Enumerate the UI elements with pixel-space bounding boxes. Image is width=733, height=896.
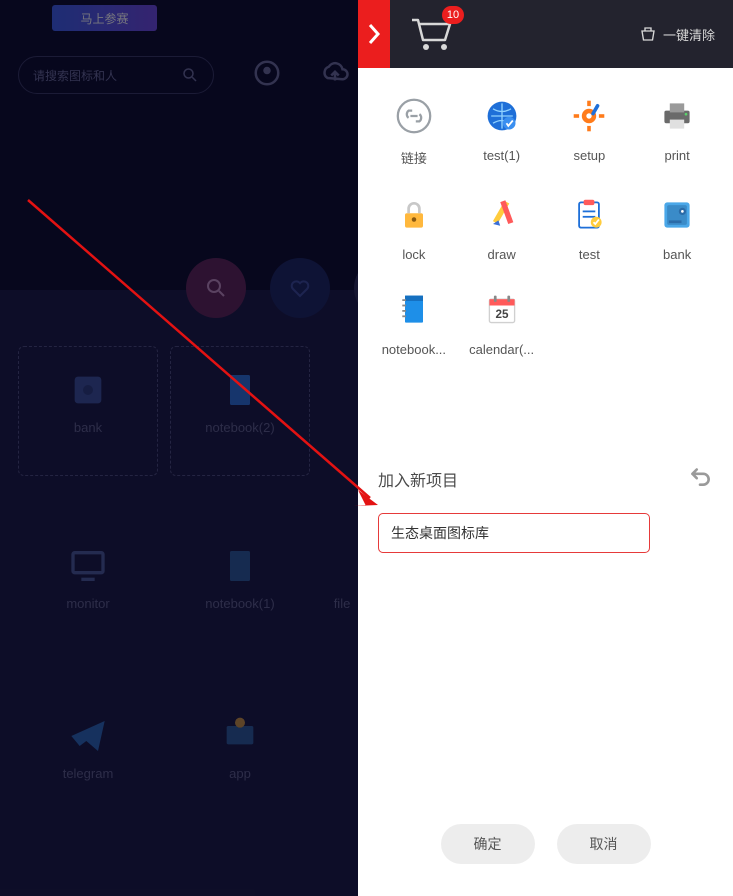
collapse-button[interactable] [358,0,390,68]
bottom-actions: 确定 取消 [358,824,733,864]
pencil-icon [484,197,520,233]
calendar-item-label: calendar(... [460,342,544,357]
add-project-section: 加入新项目 [358,467,733,553]
link-item-label: 链接 [372,148,456,167]
clear-all-label: 一键清除 [663,25,715,44]
lock-icon [396,197,432,233]
broom-icon [639,25,657,43]
clear-all-button[interactable]: 一键清除 [639,25,715,44]
calendar-icon: 25 [484,292,520,328]
lock-item-label: lock [372,247,456,262]
add-project-title: 加入新项目 [378,467,713,491]
cart-badge: 10 [442,6,464,24]
setup-item[interactable]: setup [548,98,632,167]
bank-item[interactable]: bank [635,197,719,262]
clipboard-icon [571,197,607,233]
cart-indicator[interactable]: 10 [408,14,458,54]
icon-grid: 链接 test(1) setupprint lock draw testbank noteb… [358,68,733,357]
cancel-button[interactable]: 取消 [557,824,651,864]
undo-button[interactable] [687,463,713,489]
globe-icon [484,98,520,134]
link-icon [396,98,432,134]
link-item[interactable]: 链接 [372,98,456,167]
chevron-right-icon [367,23,381,45]
setup-item-label: setup [548,148,632,163]
dark-overlay [0,0,358,896]
project-name-input[interactable] [378,513,650,553]
print-item[interactable]: print [635,98,719,167]
lock-item[interactable]: lock [372,197,456,262]
gear-icon [571,98,607,134]
svg-text:25: 25 [495,308,509,321]
safe-icon [659,197,695,233]
draw-item-label: draw [460,247,544,262]
test1-item-label: test(1) [460,148,544,163]
panel-header: 10 一键清除 [358,0,733,68]
cart-panel: 10 一键清除 链接 test(1) setupprint lock draw testb… [358,0,733,896]
draw-item[interactable]: draw [460,197,544,262]
cart-count: 10 [447,9,459,21]
notebook-icon [396,292,432,328]
printer-icon [659,98,695,134]
undo-icon [687,463,713,489]
calendar-item[interactable]: 25 calendar(... [460,292,544,357]
test-item-label: test [548,247,632,262]
bank-item-label: bank [635,247,719,262]
print-item-label: print [635,148,719,163]
test-item[interactable]: test [548,197,632,262]
notebook-item-label: notebook... [372,342,456,357]
test1-item[interactable]: test(1) [460,98,544,167]
notebook-item[interactable]: notebook... [372,292,456,357]
confirm-button[interactable]: 确定 [441,824,535,864]
